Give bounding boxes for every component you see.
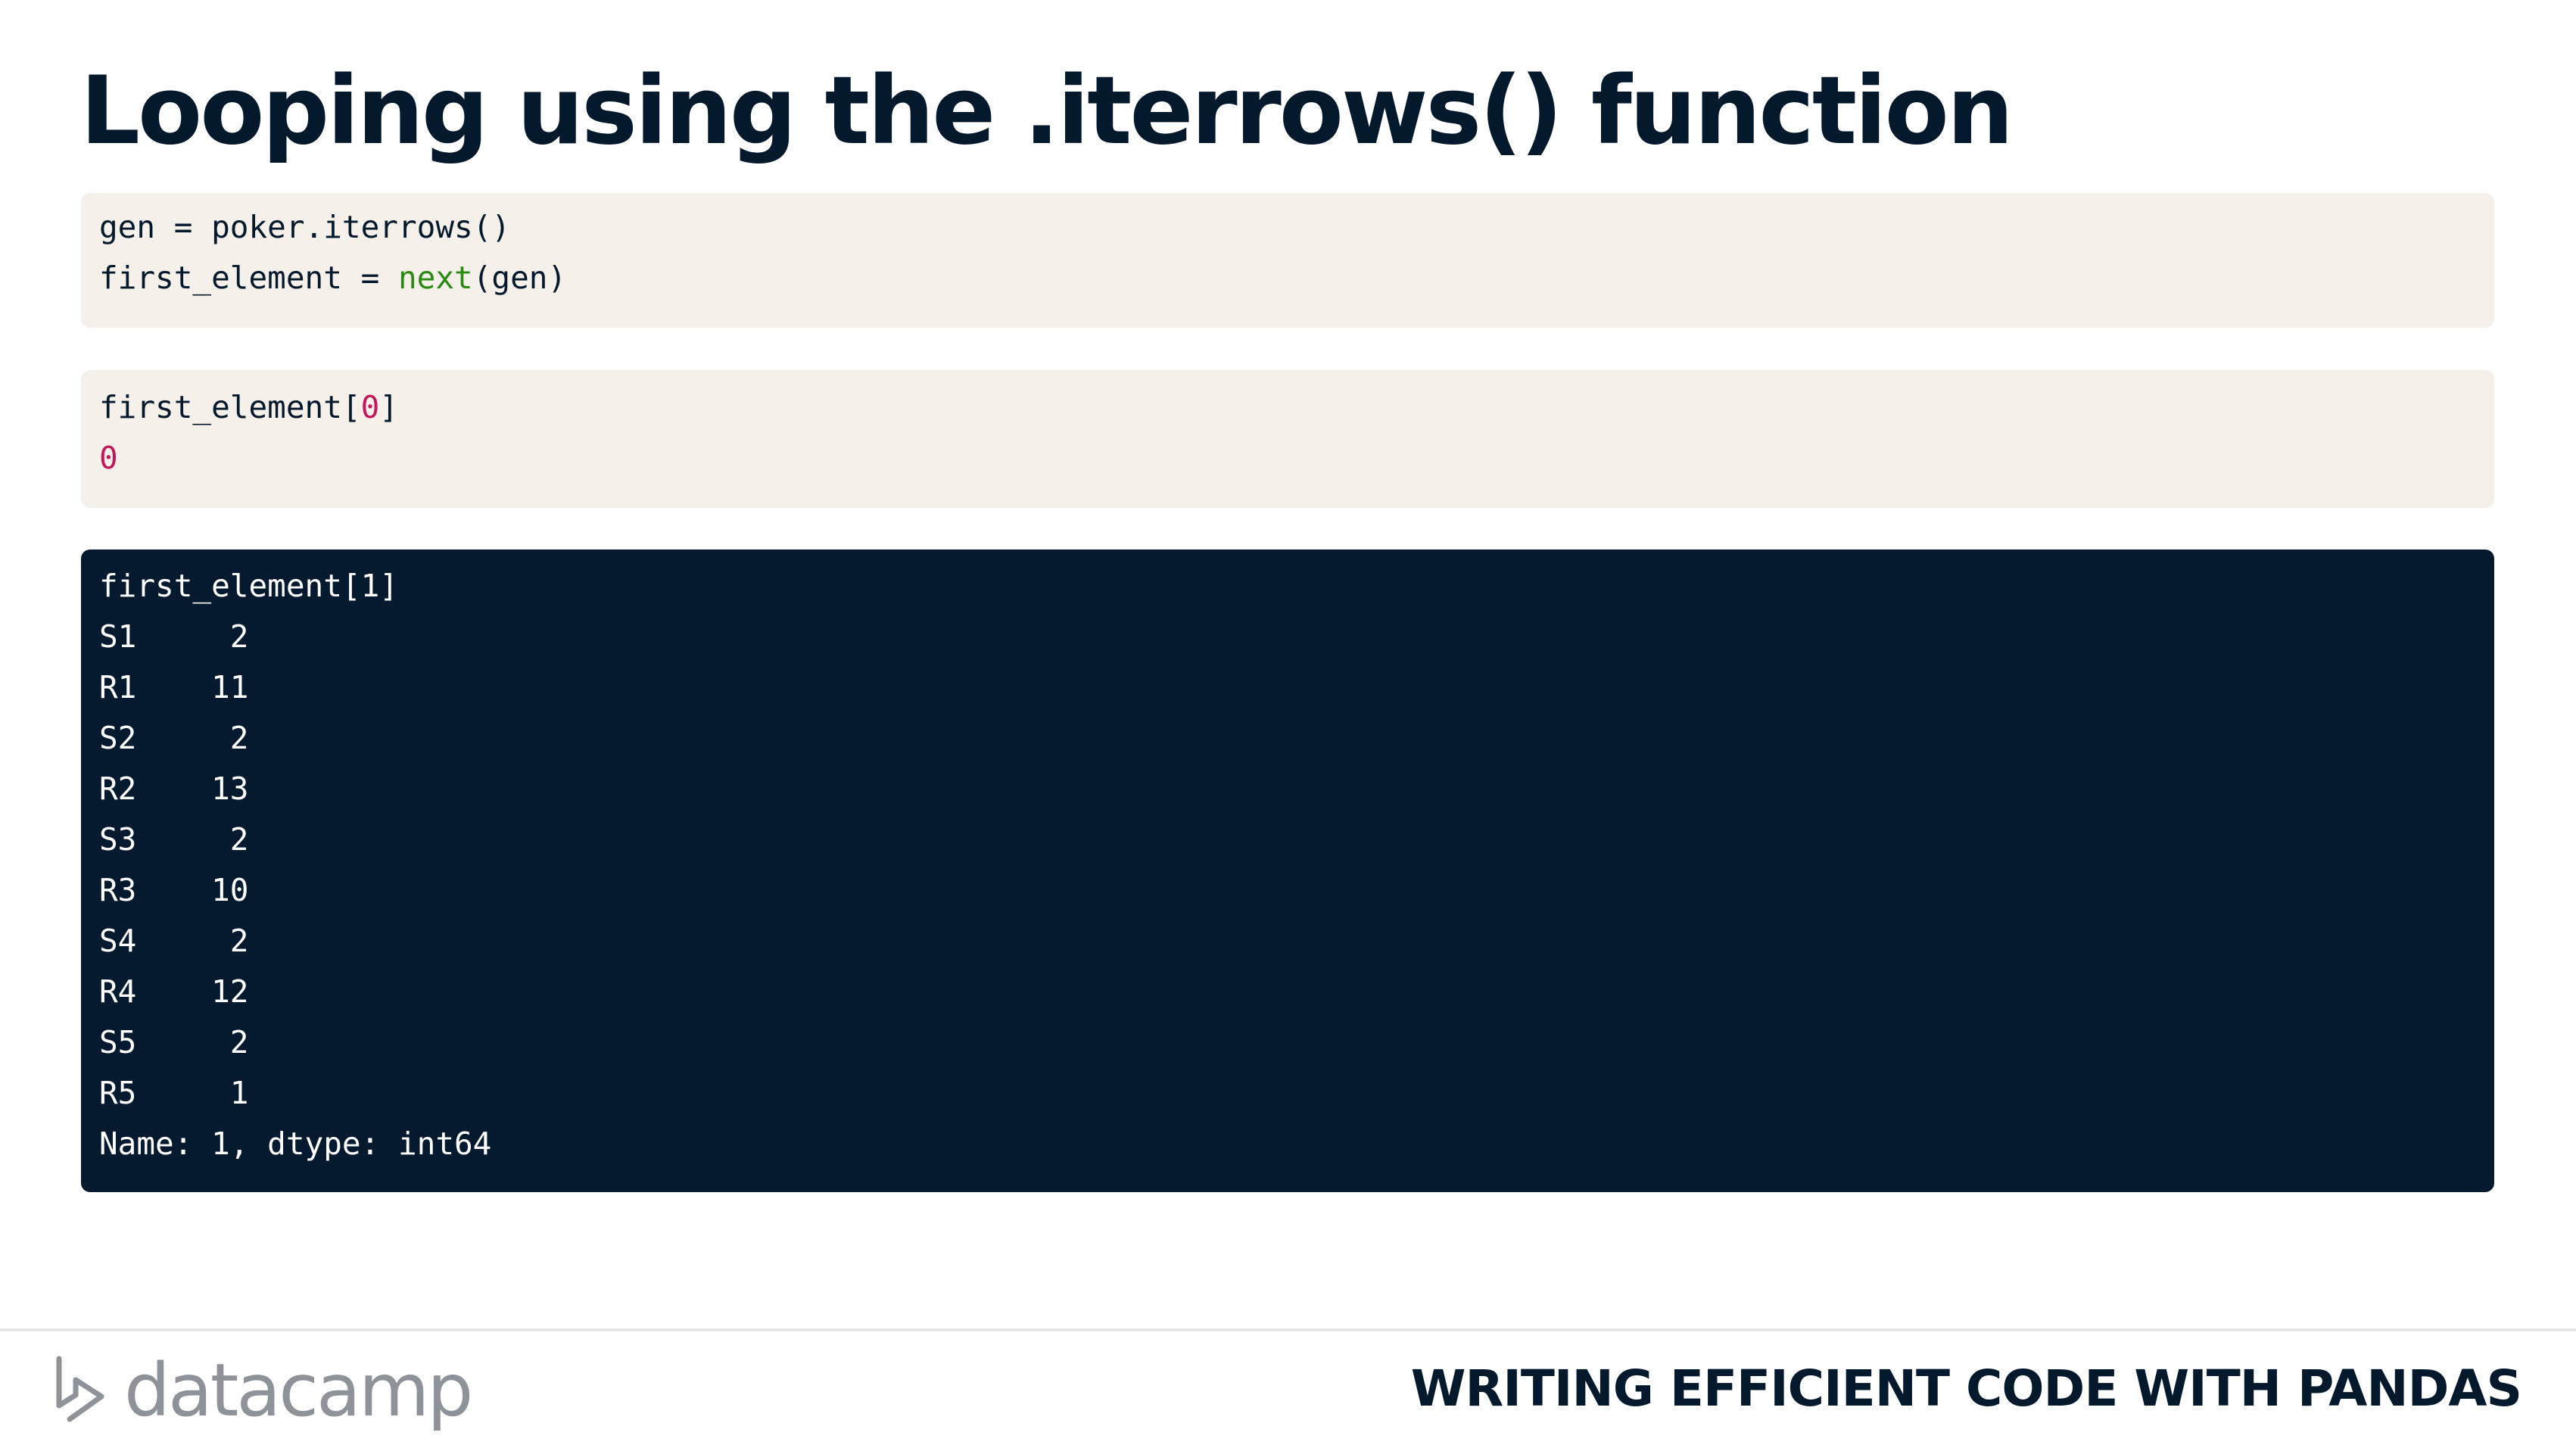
code-token: R5 1: [99, 1075, 249, 1111]
code-line: R3 10: [99, 865, 2476, 916]
code-token: R3 10: [99, 872, 249, 908]
code-line: Name: 1, dtype: int64: [99, 1119, 2476, 1169]
code-token: gen = poker.iterrows(): [99, 209, 511, 245]
code-token: S2 2: [99, 720, 249, 756]
code-token: (gen): [472, 260, 567, 296]
footer-divider: [0, 1328, 2576, 1331]
code-line: first_element[1]: [99, 561, 2476, 612]
code-line: R5 1: [99, 1068, 2476, 1119]
code-token: S5 2: [99, 1024, 249, 1060]
code-line: R4 12: [99, 967, 2476, 1017]
code-token: R2 13: [99, 771, 249, 807]
code-line: gen = poker.iterrows(): [99, 202, 2476, 253]
code-token: S3 2: [99, 821, 249, 858]
code-line: first_element = next(gen): [99, 253, 2476, 304]
code-line: R1 11: [99, 662, 2476, 713]
slide-title: Looping using the .iterrows() function: [80, 57, 2014, 166]
code-token: first_element =: [99, 260, 398, 296]
code-line: S3 2: [99, 814, 2476, 865]
code-line: S5 2: [99, 1017, 2476, 1068]
course-title: WRITING EFFICIENT CODE WITH PANDAS: [1410, 1359, 2522, 1418]
code-line: 0: [99, 433, 2476, 484]
code-token: S4 2: [99, 923, 249, 959]
logo-wordmark: datacamp: [124, 1348, 473, 1433]
code-block-first-element-series: first_element[1] S1 2 R1 11 S2 2 R2 13 S3 2 R3…: [81, 550, 2494, 1192]
code-line: S1 2: [99, 612, 2476, 662]
datacamp-logo: datacamp: [53, 1348, 473, 1433]
code-token: R4 12: [99, 973, 249, 1010]
code-line: S4 2: [99, 916, 2476, 967]
code-token: ]: [379, 389, 398, 425]
code-block-first-element-index: first_element[0] 0: [81, 370, 2494, 508]
code-token: first_element[: [99, 389, 361, 425]
code-token: 0: [360, 389, 380, 425]
code-line: first_element[0]: [99, 382, 2476, 433]
datacamp-logo-icon: [56, 1356, 104, 1422]
code-token: R1 11: [99, 669, 249, 705]
code-line: S2 2: [99, 713, 2476, 764]
code-token: next: [397, 260, 473, 296]
code-token: 0: [99, 440, 118, 476]
code-token: Name: 1, dtype: int64: [99, 1126, 492, 1162]
code-block-generator: gen = poker.iterrows() first_element = ne…: [81, 193, 2494, 328]
code-line: R2 13: [99, 764, 2476, 814]
code-token: S1 2: [99, 618, 249, 655]
code-token: first_element[1]: [99, 568, 398, 604]
